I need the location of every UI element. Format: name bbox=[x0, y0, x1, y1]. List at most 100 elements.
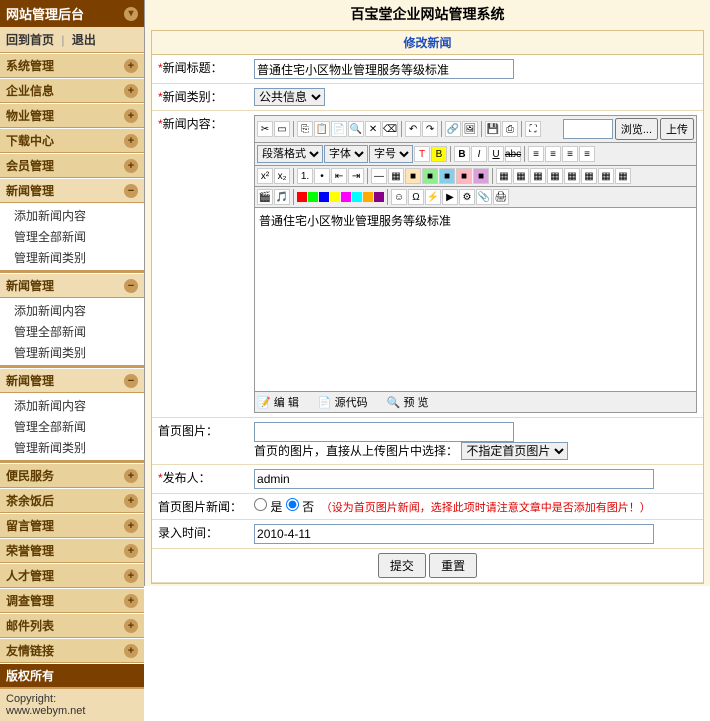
mode-preview[interactable]: 🔍 预 览 bbox=[387, 397, 437, 409]
obj2-icon[interactable]: ■ bbox=[422, 168, 438, 184]
delete-icon[interactable]: ✕ bbox=[365, 121, 381, 137]
collapse-icon[interactable]: ▾ bbox=[124, 7, 138, 21]
sidebar-group-0[interactable]: 系统管理+ bbox=[0, 53, 144, 78]
align-right-icon[interactable]: ≡ bbox=[562, 146, 578, 162]
image-icon[interactable]: 🖼 bbox=[462, 121, 478, 137]
title-input[interactable] bbox=[254, 59, 514, 79]
file-path-input[interactable] bbox=[563, 119, 613, 139]
sidebar-sub-6-0[interactable]: 添加新闻内容 bbox=[0, 300, 144, 321]
tab3-icon[interactable]: ▦ bbox=[530, 168, 546, 184]
tab5-icon[interactable]: ▦ bbox=[564, 168, 580, 184]
sidebar-sub-6-1[interactable]: 管理全部新闻 bbox=[0, 321, 144, 342]
outdent-icon[interactable]: ⇤ bbox=[331, 168, 347, 184]
color-green[interactable] bbox=[308, 192, 318, 202]
submit-button[interactable]: 提交 bbox=[378, 553, 426, 578]
sidebar-sub-5-0[interactable]: 添加新闻内容 bbox=[0, 205, 144, 226]
sidebar-group-5[interactable]: 新闻管理− bbox=[0, 178, 144, 203]
browse-button[interactable]: 浏览... bbox=[615, 118, 658, 140]
sidebar-group-16[interactable]: 版权所有 bbox=[0, 663, 144, 688]
undo-icon[interactable]: ↶ bbox=[405, 121, 421, 137]
radio-no[interactable] bbox=[286, 498, 299, 511]
sub-icon[interactable]: x₂ bbox=[274, 168, 290, 184]
sidebar-group-7[interactable]: 新闻管理− bbox=[0, 368, 144, 393]
char-icon[interactable]: Ω bbox=[408, 189, 424, 205]
color-cyan[interactable] bbox=[352, 192, 362, 202]
forecolor-icon[interactable]: T bbox=[414, 146, 430, 162]
sidebar-group-8[interactable]: 便民服务+ bbox=[0, 463, 144, 488]
italic-icon[interactable]: I bbox=[471, 146, 487, 162]
sidebar-group-12[interactable]: 人才管理+ bbox=[0, 563, 144, 588]
ol-icon[interactable]: 1. bbox=[297, 168, 313, 184]
nav-back[interactable]: 回到首页 bbox=[6, 33, 54, 47]
sidebar-sub-5-1[interactable]: 管理全部新闻 bbox=[0, 226, 144, 247]
backcolor-icon[interactable]: B bbox=[431, 146, 447, 162]
sidebar-group-14[interactable]: 邮件列表+ bbox=[0, 613, 144, 638]
table-icon[interactable]: ▦ bbox=[388, 168, 404, 184]
color-magenta[interactable] bbox=[341, 192, 351, 202]
tool3-icon[interactable]: 🖨 bbox=[493, 189, 509, 205]
obj3-icon[interactable]: ■ bbox=[439, 168, 455, 184]
homepic-input[interactable] bbox=[254, 422, 514, 442]
color-blue[interactable] bbox=[319, 192, 329, 202]
link-icon[interactable]: 🔗 bbox=[445, 121, 461, 137]
flash-icon[interactable]: ⚡ bbox=[425, 189, 441, 205]
sidebar-sub-5-2[interactable]: 管理新闻类别 bbox=[0, 247, 144, 268]
tab6-icon[interactable]: ▦ bbox=[581, 168, 597, 184]
tab1-icon[interactable]: ▦ bbox=[496, 168, 512, 184]
tool2-icon[interactable]: 📎 bbox=[476, 189, 492, 205]
upload-button[interactable]: 上传 bbox=[660, 118, 694, 140]
find-icon[interactable]: 🔍 bbox=[348, 121, 364, 137]
hr-icon[interactable]: — bbox=[371, 168, 387, 184]
media-icon[interactable]: ▶ bbox=[442, 189, 458, 205]
redo-icon[interactable]: ↷ bbox=[422, 121, 438, 137]
ul-icon[interactable]: • bbox=[314, 168, 330, 184]
font-select[interactable]: 字体 bbox=[324, 145, 368, 163]
pic-select[interactable]: 不指定首页图片 bbox=[461, 442, 568, 460]
radio-yes[interactable] bbox=[254, 498, 267, 511]
color-red[interactable] bbox=[297, 192, 307, 202]
m2-icon[interactable]: 🎵 bbox=[274, 189, 290, 205]
sidebar-group-1[interactable]: 企业信息+ bbox=[0, 78, 144, 103]
author-input[interactable] bbox=[254, 469, 654, 489]
obj5-icon[interactable]: ■ bbox=[473, 168, 489, 184]
sidebar-group-6[interactable]: 新闻管理− bbox=[0, 273, 144, 298]
tab2-icon[interactable]: ▦ bbox=[513, 168, 529, 184]
sidebar-group-2[interactable]: 物业管理+ bbox=[0, 103, 144, 128]
sidebar-group-13[interactable]: 调查管理+ bbox=[0, 588, 144, 613]
indent-icon[interactable]: ⇥ bbox=[348, 168, 364, 184]
color-yellow[interactable] bbox=[330, 192, 340, 202]
copy-icon[interactable]: ⎘ bbox=[297, 121, 313, 137]
obj4-icon[interactable]: ■ bbox=[456, 168, 472, 184]
tab8-icon[interactable]: ▦ bbox=[615, 168, 631, 184]
bold-icon[interactable]: B bbox=[454, 146, 470, 162]
tab7-icon[interactable]: ▦ bbox=[598, 168, 614, 184]
strike-icon[interactable]: abc bbox=[505, 146, 521, 162]
nav-exit[interactable]: 退出 bbox=[72, 33, 96, 47]
sidebar-group-9[interactable]: 茶余饭后+ bbox=[0, 488, 144, 513]
color-orange[interactable] bbox=[363, 192, 373, 202]
sidebar-sub-6-2[interactable]: 管理新闻类别 bbox=[0, 342, 144, 363]
content-textarea[interactable]: 普通住宅小区物业管理服务等级标准 bbox=[255, 208, 696, 388]
size-select[interactable]: 字号 bbox=[369, 145, 413, 163]
color-purple[interactable] bbox=[374, 192, 384, 202]
emoji-icon[interactable]: ☺ bbox=[391, 189, 407, 205]
sidebar-group-3[interactable]: 下载中心+ bbox=[0, 128, 144, 153]
sidebar-sub-7-0[interactable]: 添加新闻内容 bbox=[0, 395, 144, 416]
reset-button[interactable]: 重置 bbox=[429, 553, 477, 578]
sidebar-sub-7-2[interactable]: 管理新闻类别 bbox=[0, 437, 144, 458]
paste2-icon[interactable]: 📄 bbox=[331, 121, 347, 137]
para-select[interactable]: 段落格式 bbox=[257, 145, 323, 163]
category-select[interactable]: 公共信息 bbox=[254, 88, 325, 106]
select-icon[interactable]: ▭ bbox=[274, 121, 290, 137]
underline-icon[interactable]: U bbox=[488, 146, 504, 162]
align-left-icon[interactable]: ≡ bbox=[528, 146, 544, 162]
obj1-icon[interactable]: ■ bbox=[405, 168, 421, 184]
cut-icon[interactable]: ✂ bbox=[257, 121, 273, 137]
paste-icon[interactable]: 📋 bbox=[314, 121, 330, 137]
fullscreen-icon[interactable]: ⛶ bbox=[525, 121, 541, 137]
mode-source[interactable]: 📄 源代码 bbox=[318, 397, 376, 409]
print-icon[interactable]: ⎙ bbox=[502, 121, 518, 137]
sup-icon[interactable]: x² bbox=[257, 168, 273, 184]
sidebar-group-4[interactable]: 会员管理+ bbox=[0, 153, 144, 178]
align-center-icon[interactable]: ≡ bbox=[545, 146, 561, 162]
